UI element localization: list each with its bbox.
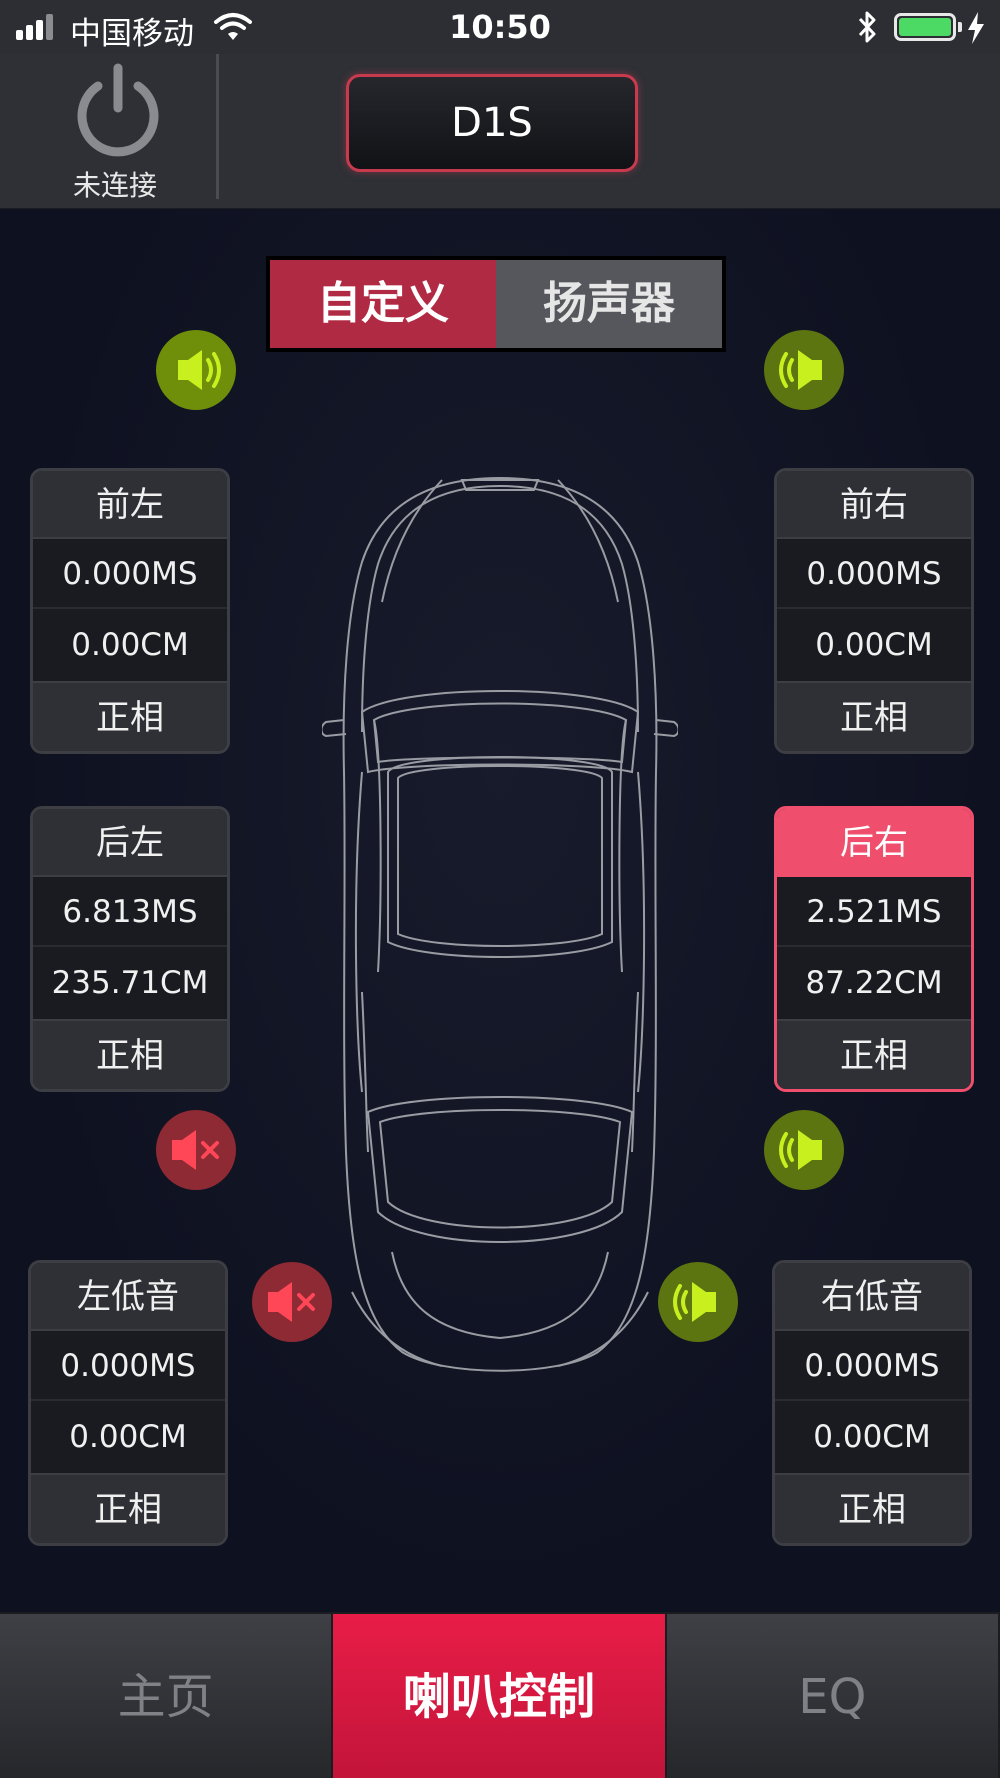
sub-right-speaker-toggle[interactable] xyxy=(658,1262,738,1342)
delay-value[interactable]: 0.000MS xyxy=(777,539,971,609)
connection-status: 未连接 xyxy=(72,169,157,202)
channel-card-rear-right[interactable]: 后右 2.521MS 87.22CM 正相 xyxy=(774,806,974,1092)
distance-value[interactable]: 0.00CM xyxy=(31,1401,225,1473)
tab-speaker-control[interactable]: 喇叭控制 xyxy=(333,1614,667,1778)
clock: 10:50 xyxy=(449,8,551,46)
phase-button[interactable]: 正相 xyxy=(33,1019,227,1089)
phase-button[interactable]: 正相 xyxy=(777,1019,971,1089)
delay-value[interactable]: 6.813MS xyxy=(33,877,227,947)
phase-button[interactable]: 正相 xyxy=(775,1473,969,1543)
distance-value[interactable]: 0.00CM xyxy=(777,609,971,681)
delay-value[interactable]: 0.000MS xyxy=(31,1331,225,1401)
battery-tip xyxy=(958,22,962,32)
app-header: 未连接 D1S xyxy=(0,54,1000,209)
delay-value[interactable]: 0.000MS xyxy=(775,1331,969,1401)
device-select-button[interactable]: D1S xyxy=(346,74,638,172)
distance-value[interactable]: 87.22CM xyxy=(777,947,971,1019)
power-icon[interactable] xyxy=(66,62,170,166)
delay-value[interactable]: 2.521MS xyxy=(777,877,971,947)
tab-custom[interactable]: 自定义 xyxy=(270,260,496,348)
phase-button[interactable]: 正相 xyxy=(31,1473,225,1543)
channel-name: 前右 xyxy=(777,471,971,539)
delay-value[interactable]: 0.000MS xyxy=(33,539,227,609)
bluetooth-icon xyxy=(858,11,876,43)
status-bar: 中国移动 10:50 xyxy=(0,0,1000,54)
speaker-on-icon xyxy=(779,350,822,390)
car-top-view-illustration xyxy=(322,476,678,1372)
tab-home[interactable]: 主页 xyxy=(0,1614,334,1778)
front-left-speaker-toggle[interactable] xyxy=(156,330,236,410)
speaker-muted-icon xyxy=(268,1282,315,1322)
speaker-muted-icon xyxy=(172,1130,219,1170)
sub-left-speaker-toggle[interactable] xyxy=(252,1262,332,1342)
channel-card-sub-left[interactable]: 左低音 0.000MS 0.00CM 正相 xyxy=(28,1260,228,1546)
phase-button[interactable]: 正相 xyxy=(777,681,971,751)
channel-name: 前左 xyxy=(33,471,227,539)
channel-card-front-right[interactable]: 前右 0.000MS 0.00CM 正相 xyxy=(774,468,974,754)
channel-card-sub-right[interactable]: 右低音 0.000MS 0.00CM 正相 xyxy=(772,1260,972,1546)
phase-button[interactable]: 正相 xyxy=(33,681,227,751)
charging-icon xyxy=(968,12,984,44)
channel-name: 后右 xyxy=(777,809,971,877)
bottom-tab-bar: 主页 喇叭控制 EQ xyxy=(0,1612,1000,1778)
front-right-speaker-toggle[interactable] xyxy=(764,330,844,410)
rear-left-speaker-toggle[interactable] xyxy=(156,1110,236,1190)
speaker-on-icon xyxy=(178,350,221,390)
distance-value[interactable]: 0.00CM xyxy=(33,609,227,681)
speaker-on-icon xyxy=(673,1282,716,1322)
distance-value[interactable]: 235.71CM xyxy=(33,947,227,1019)
speaker-control-panel: 自定义 扬声器 前左 0.000MS 0.00CM 正相 前右 0.000MS … xyxy=(0,210,1000,1612)
rear-right-speaker-toggle[interactable] xyxy=(764,1110,844,1190)
tab-speaker[interactable]: 扬声器 xyxy=(496,260,722,348)
speaker-on-icon xyxy=(779,1130,822,1170)
channel-name: 左低音 xyxy=(31,1263,225,1331)
battery-icon xyxy=(894,13,956,41)
channel-card-rear-left[interactable]: 后左 6.813MS 235.71CM 正相 xyxy=(30,806,230,1092)
channel-card-front-left[interactable]: 前左 0.000MS 0.00CM 正相 xyxy=(30,468,230,754)
distance-value[interactable]: 0.00CM xyxy=(775,1401,969,1473)
tab-eq[interactable]: EQ xyxy=(666,1614,1000,1778)
channel-name: 后左 xyxy=(33,809,227,877)
header-divider xyxy=(216,54,219,199)
channel-name: 右低音 xyxy=(775,1263,969,1331)
mode-segmented-control: 自定义 扬声器 xyxy=(266,256,726,352)
